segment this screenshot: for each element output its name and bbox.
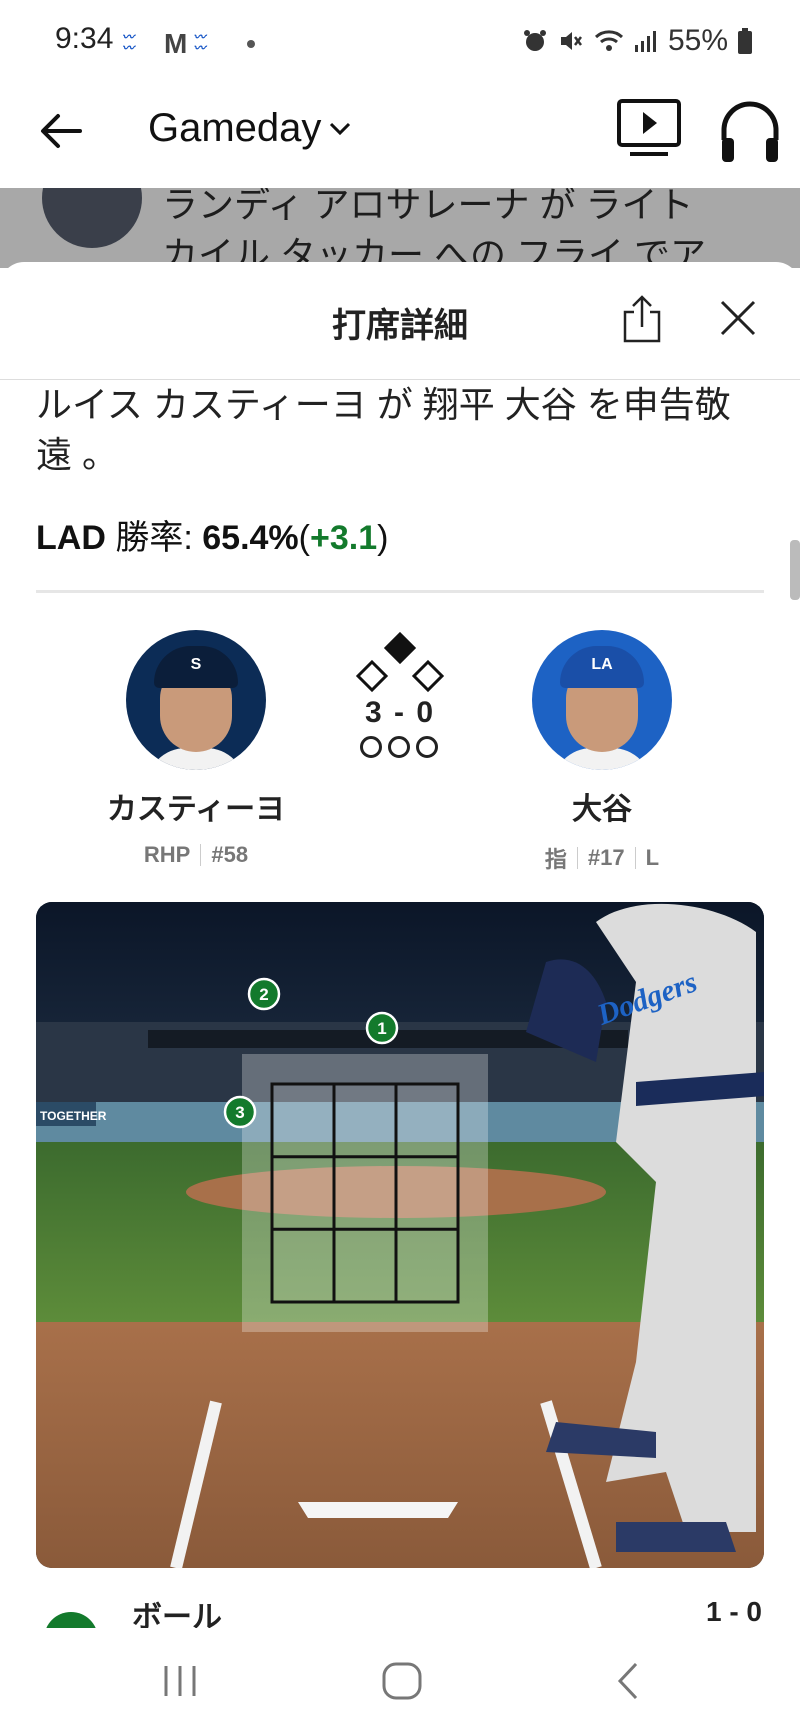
status-time: 9:34 xyxy=(55,22,114,55)
mute-icon xyxy=(560,32,582,50)
batter-meta: 指 #17 L xyxy=(544,845,660,872)
avatar xyxy=(42,188,142,248)
app-header: Gameday xyxy=(0,84,800,188)
pitch-marker-label: 3 xyxy=(235,1103,244,1122)
win-probability: LAD 勝率: 65.4%(+3.1) xyxy=(36,519,389,557)
battery-percent: 55% xyxy=(667,24,728,57)
out-dot xyxy=(388,736,410,758)
gmail-icon: M xyxy=(164,28,188,59)
strike-zone-grid xyxy=(270,1082,460,1304)
scrollbar[interactable] xyxy=(790,540,800,600)
outs-indicator xyxy=(360,736,438,758)
system-nav-bar xyxy=(0,1628,800,1732)
mariners-logo-icon: S xyxy=(190,656,202,673)
sheet-header: 打席詳細 xyxy=(0,262,800,380)
pitch-result-badge xyxy=(44,1612,98,1628)
ball-strike-count: 3 - 0 xyxy=(364,696,436,729)
play-description: ルイス カスティーヨ が 翔平 大谷 を申告敬遠 。 xyxy=(36,384,731,475)
status-right-icons: 55% xyxy=(522,24,752,58)
sheet-title: 打席詳細 xyxy=(332,307,468,345)
bases-diamond-icon xyxy=(356,631,444,693)
back-arrow-icon[interactable] xyxy=(36,106,86,156)
pitch-marker-label: 1 xyxy=(377,1019,386,1038)
pitch-result-count: 1 - 0 xyxy=(705,1596,762,1627)
batter-avatar: LA xyxy=(532,630,672,770)
pitcher-card[interactable]: S カスティーヨ RHP #58 xyxy=(76,630,316,868)
pitch-result-label: ボール xyxy=(132,1601,222,1628)
at-bat-detail-sheet: 打席詳細 ルイス カスティーヨ が 翔平 大谷 を申告敬遠 。 LAD 勝率: … xyxy=(0,262,800,1628)
pitcher-avatar: S xyxy=(126,630,266,770)
batter-card[interactable]: LA 大谷 指 #17 L xyxy=(482,630,722,874)
tv-play-icon[interactable] xyxy=(616,98,682,160)
signal-icon xyxy=(634,31,656,52)
share-icon[interactable] xyxy=(620,294,664,344)
batter-name: 大谷 xyxy=(572,793,632,826)
background-feed: ランディ アロサレーナ が ライト カイル タッカー への フライ でア xyxy=(0,188,800,268)
status-bar: 9:34 〰〰 M 〰〰 55% xyxy=(0,0,800,84)
notification-logo-icon: 〰〰 xyxy=(122,30,135,55)
out-dot xyxy=(360,736,382,758)
headphones-icon[interactable] xyxy=(718,98,782,164)
back-icon[interactable] xyxy=(598,1656,658,1706)
first-base xyxy=(411,659,444,693)
home-icon[interactable] xyxy=(372,1656,432,1706)
pitch-marker-label: 2 xyxy=(259,985,268,1004)
third-base xyxy=(356,659,389,693)
divider xyxy=(36,590,764,593)
battery-icon xyxy=(738,28,752,54)
pitch-visualization[interactable]: TOGETHER Dodgers 123 xyxy=(36,902,764,1568)
dodgers-logo-icon: LA xyxy=(591,656,613,673)
pitcher-meta: RHP #58 xyxy=(143,842,249,867)
close-icon[interactable] xyxy=(718,298,758,338)
pitch-marker[interactable]: 3 xyxy=(223,1095,257,1129)
pitch-marker[interactable]: 2 xyxy=(247,977,281,1011)
status-left-icons: 〰〰 M 〰〰 xyxy=(122,28,256,60)
pitcher-name: カスティーヨ xyxy=(106,793,286,826)
pitch-marker[interactable]: 1 xyxy=(365,1011,399,1045)
page-title: Gameday xyxy=(148,106,322,150)
pitch-result-row[interactable]: ボール 1 - 0 xyxy=(0,1588,800,1628)
gameday-dropdown[interactable]: Gameday xyxy=(148,106,351,151)
stadium-banner: TOGETHER xyxy=(40,1109,107,1123)
recent-apps-icon[interactable] xyxy=(150,1656,210,1706)
out-dot xyxy=(416,736,438,758)
notification-logo-icon: 〰〰 xyxy=(193,30,206,55)
second-base xyxy=(383,631,417,665)
chevron-down-icon xyxy=(330,122,351,135)
feed-text: ランディ アロサレーナ が ライト カイル タッカー への フライ でア xyxy=(162,188,707,268)
alarm-icon xyxy=(523,30,546,51)
dot-icon xyxy=(247,40,256,48)
wifi-icon xyxy=(594,30,623,51)
